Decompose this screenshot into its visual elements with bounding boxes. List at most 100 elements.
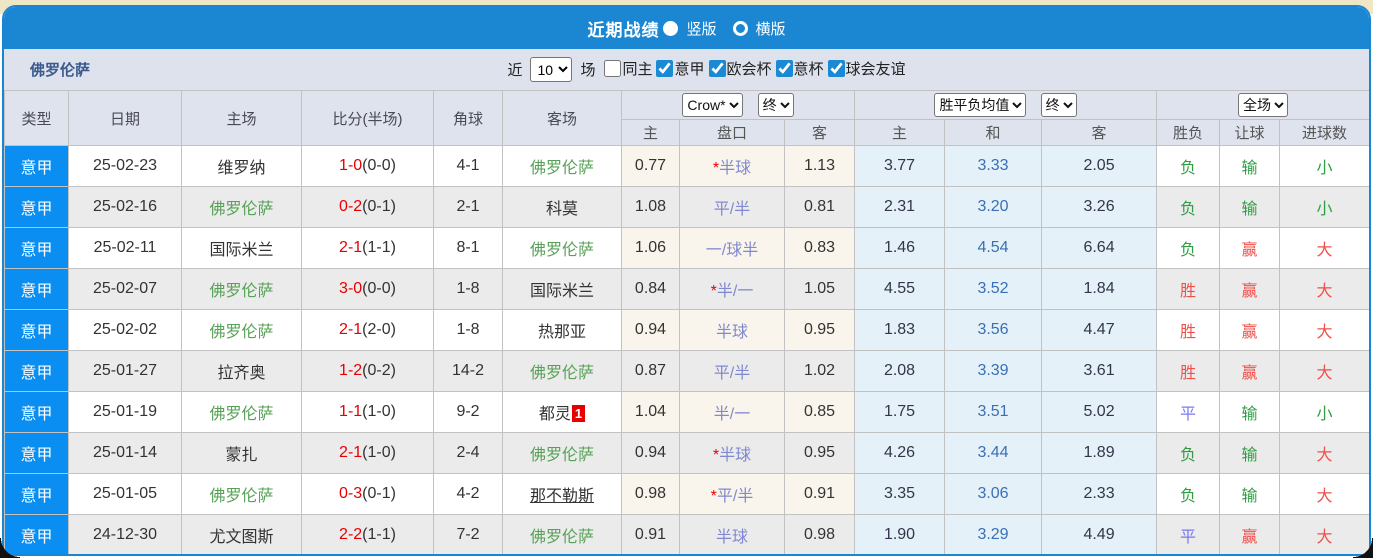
radio-vertical-icon[interactable] (663, 20, 679, 36)
cell-date: 24-12-30 (68, 514, 182, 554)
cell-league: 意甲 (4, 309, 69, 351)
cell-asia-away-odds: 0.95 (783, 432, 856, 474)
fulltime-score: 1-0 (339, 157, 363, 174)
asia-provider-select[interactable]: Crow* (682, 93, 744, 117)
cell-euro-home-odds: 4.26 (854, 432, 946, 474)
filter-checkbox-label: 意杯 (793, 61, 824, 78)
cell-date: 25-02-23 (68, 145, 182, 187)
subheader-asia-home: 主 (621, 119, 680, 146)
handicap-line: 半/一 (713, 406, 751, 423)
col-header-away: 客场 (502, 90, 622, 146)
cell-corners: 2-4 (433, 432, 503, 474)
filter-checkbox-input-3[interactable] (775, 60, 793, 77)
cell-euro-draw-odds: 3.29 (944, 514, 1043, 554)
cell-home-team: 佛罗伦萨 (181, 391, 302, 433)
away-team-link[interactable]: 佛罗伦萨 (530, 447, 594, 464)
cell-away-team: 佛罗伦萨 (502, 514, 622, 554)
home-team-link[interactable]: 佛罗伦萨 (209, 488, 273, 505)
filter-checkbox-input-0[interactable] (604, 60, 622, 77)
away-team-link[interactable]: 佛罗伦萨 (530, 365, 594, 382)
filter-checkbox-3[interactable]: 意杯 (775, 58, 824, 79)
cell-euro-home-odds: 1.75 (854, 391, 946, 433)
cell-league: 意甲 (4, 350, 69, 392)
halftime-score: (1-1) (362, 526, 396, 543)
handicap-line: 半球 (719, 447, 752, 464)
cell-score: 2-1(2-0) (301, 309, 434, 351)
col-header-corner: 角球 (433, 90, 503, 146)
cell-home-team: 佛罗伦萨 (181, 309, 302, 351)
subheader-euro-home: 主 (854, 119, 946, 146)
cell-euro-home-odds: 3.35 (854, 473, 946, 515)
cell-euro-home-odds: 2.31 (854, 186, 946, 228)
cell-league: 意甲 (4, 432, 69, 474)
halftime-score: (2-0) (362, 321, 396, 338)
home-team-link[interactable]: 佛罗伦萨 (209, 406, 273, 423)
cell-date: 25-02-11 (68, 227, 182, 269)
subheader-asia-away: 客 (783, 119, 856, 146)
home-team-link[interactable]: 尤文图斯 (209, 529, 273, 546)
filter-checkbox-1[interactable]: 意甲 (656, 58, 705, 79)
cell-away-team: 国际米兰 (502, 268, 622, 310)
col-header-date: 日期 (68, 90, 182, 146)
table-row: 意甲 25-01-05 佛罗伦萨 0-3(0-1) 4-2 那不勒斯 0.98 *平/半 0.9… (4, 473, 1369, 515)
cell-euro-home-odds: 1.46 (854, 227, 946, 269)
cell-home-team: 佛罗伦萨 (181, 268, 302, 310)
cell-away-team: 佛罗伦萨 (502, 227, 622, 269)
cell-asia-away-odds: 0.85 (783, 391, 856, 433)
away-team-link[interactable]: 佛罗伦萨 (530, 160, 594, 177)
recent-label: 近 (507, 62, 523, 79)
radio-horizontal-icon[interactable] (732, 20, 748, 36)
home-team-link[interactable]: 国际米兰 (209, 242, 273, 259)
col-header-home: 主场 (181, 90, 302, 146)
away-team-link[interactable]: 佛罗伦萨 (530, 242, 594, 259)
euro-state-select[interactable]: 终 (1040, 93, 1077, 117)
cell-outcome: 负 (1156, 186, 1221, 228)
cell-euro-away-odds: 1.89 (1041, 432, 1158, 474)
away-team-link[interactable]: 佛罗伦萨 (530, 529, 594, 546)
euro-provider-select[interactable]: 胜平负均值 (934, 93, 1027, 117)
cell-asia-line: 平/半 (679, 186, 785, 228)
cell-asia-line: 半球 (679, 309, 785, 351)
home-team-link[interactable]: 佛罗伦萨 (209, 324, 273, 341)
home-team-link[interactable]: 佛罗伦萨 (209, 201, 273, 218)
result-scope-select[interactable]: 全场 (1238, 93, 1289, 117)
subheader-asia-line: 盘口 (679, 119, 785, 146)
home-team-link[interactable]: 拉齐奥 (217, 365, 265, 382)
away-team-link[interactable]: 那不勒斯 (530, 488, 594, 505)
filter-checkbox-4[interactable]: 球会友谊 (827, 58, 906, 79)
home-team-link[interactable]: 维罗纳 (217, 160, 265, 177)
table-row: 意甲 25-02-07 佛罗伦萨 3-0(0-0) 1-8 国际米兰 0.84 *半/一 1.0… (4, 268, 1369, 310)
cell-goals-result: 大 (1279, 350, 1369, 392)
asia-state-select[interactable]: 终 (757, 93, 794, 117)
away-team-link[interactable]: 都灵 (539, 406, 571, 423)
cell-asia-away-odds: 1.13 (783, 145, 856, 187)
handicap-line: 半球 (719, 160, 752, 177)
recent-results-panel: 近期战绩 竖版 横版 佛罗伦萨 近 10 场 同主 意甲 欧会杯 意杯 球会友谊 类型 … (2, 5, 1371, 556)
away-team-link[interactable]: 热那亚 (538, 324, 586, 341)
filter-checkbox-0[interactable]: 同主 (604, 58, 652, 79)
titlebar: 近期战绩 竖版 横版 (4, 7, 1369, 49)
table-row: 意甲 25-02-23 维罗纳 1-0(0-0) 4-1 佛罗伦萨 0.77 *半球 1.13 3… (4, 145, 1369, 187)
filter-checkbox-input-4[interactable] (827, 60, 845, 77)
filter-checkbox-input-1[interactable] (656, 60, 674, 77)
home-team-link[interactable]: 蒙扎 (225, 447, 257, 464)
radio-horizontal-label[interactable]: 横版 (756, 18, 786, 39)
cell-euro-away-odds: 3.61 (1041, 350, 1158, 392)
cell-asia-home-odds: 0.94 (621, 432, 680, 474)
cell-asia-home-odds: 0.84 (621, 268, 680, 310)
away-team-link[interactable]: 科莫 (546, 201, 578, 218)
cell-outcome: 负 (1156, 473, 1221, 515)
cell-euro-draw-odds: 3.52 (944, 268, 1043, 310)
away-team-link[interactable]: 国际米兰 (530, 283, 594, 300)
filter-checkbox-2[interactable]: 欧会杯 (708, 58, 772, 79)
radio-vertical-label[interactable]: 竖版 (686, 18, 716, 39)
recent-count-select[interactable]: 10 (530, 57, 573, 82)
cell-away-team: 科莫 (502, 186, 622, 228)
cell-asia-away-odds: 0.98 (783, 514, 856, 554)
col-header-score: 比分(半场) (301, 90, 434, 146)
filter-checkbox-input-2[interactable] (708, 60, 726, 77)
cell-outcome: 胜 (1156, 309, 1221, 351)
cell-home-team: 蒙扎 (181, 432, 302, 474)
cell-asia-line: 半球 (679, 514, 785, 554)
home-team-link[interactable]: 佛罗伦萨 (209, 283, 273, 300)
